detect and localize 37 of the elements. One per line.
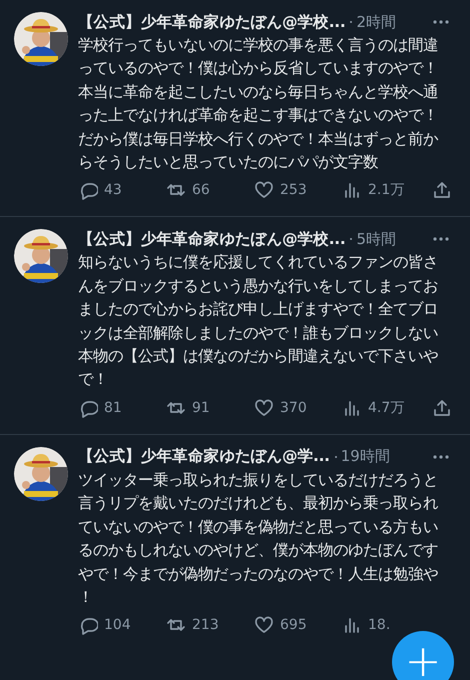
heart-icon[interactable] xyxy=(254,615,274,636)
separator-dot xyxy=(350,21,352,23)
bar-chart-icon[interactable] xyxy=(342,615,362,636)
tweet-text: 知らないうちに僕を応援してくれているファンの皆さんをブロックするという愚かな行いをしてしまっておましたので心からお詫び申し上げますやで！全てブロックは全部解除しましたのやで！誰もブロックしない本物の【公式】は僕なのだから間違えないで下さいやで！ xyxy=(78,252,439,390)
more-icon[interactable] xyxy=(432,19,450,25)
share-icon[interactable] xyxy=(432,398,452,418)
heart-icon[interactable] xyxy=(254,398,274,418)
view-count: 18. xyxy=(368,617,390,634)
tweet-text: 学校行ってもいないのに学校の事を悪く言うのは間違っているのやで！僕は心から反省していますのやで！本当に革命を起こしたいのなら毎日ちゃんと学校へ通った上でなければ革命を起こす事はできないのやで！だから僕は毎日学校へ行くのやで！本当はずっと前からそうしたいと思っていたのにパパが文字数 xyxy=(78,35,440,174)
more-icon[interactable] xyxy=(432,454,450,460)
bar-chart-icon[interactable] xyxy=(342,180,362,200)
timestamp: 19時間 xyxy=(340,447,390,466)
display-name: 【公式】少年革命家ゆたぼん@学... xyxy=(78,446,330,468)
retweet-count: 213 xyxy=(192,617,219,634)
reply-icon[interactable] xyxy=(78,615,98,636)
reply-count: 43 xyxy=(104,182,122,198)
reply-icon[interactable] xyxy=(78,180,98,200)
like-count: 695 xyxy=(280,617,307,634)
display-name: 【公式】少年革命家ゆたぼん@学校... xyxy=(78,12,346,32)
compose-button[interactable]: + xyxy=(392,631,454,680)
like-count: 253 xyxy=(280,182,307,198)
more-icon[interactable] xyxy=(432,236,450,242)
like-count: 370 xyxy=(280,400,307,416)
reply-count: 104 xyxy=(104,617,131,634)
view-count: 4.7万 xyxy=(368,398,404,417)
timestamp: 2時間 xyxy=(356,12,396,32)
timestamp: 5時間 xyxy=(356,230,396,249)
heart-icon[interactable] xyxy=(254,180,274,200)
separator-dot xyxy=(350,238,352,240)
view-count: 2.1万 xyxy=(368,181,404,200)
reply-count: 81 xyxy=(104,400,122,416)
retweet-count: 91 xyxy=(192,400,210,416)
separator-dot xyxy=(334,456,337,458)
display-name: 【公式】少年革命家ゆたぼん@学校... xyxy=(78,228,346,250)
share-icon[interactable] xyxy=(432,180,452,200)
tweet-text: ツイッター乗っ取られた振りをしているだけだろうと言うリプを戴いたのだけれども、最初から乗っ取られていないのやで！僕の事を偽物だと思っている方もいるのかもしれないのやけど、僕が本物のゆたぼんですやで！今までが偽物だったのなのやで！人生は勉強や！ xyxy=(78,470,439,608)
retweet-count: 66 xyxy=(192,182,210,198)
